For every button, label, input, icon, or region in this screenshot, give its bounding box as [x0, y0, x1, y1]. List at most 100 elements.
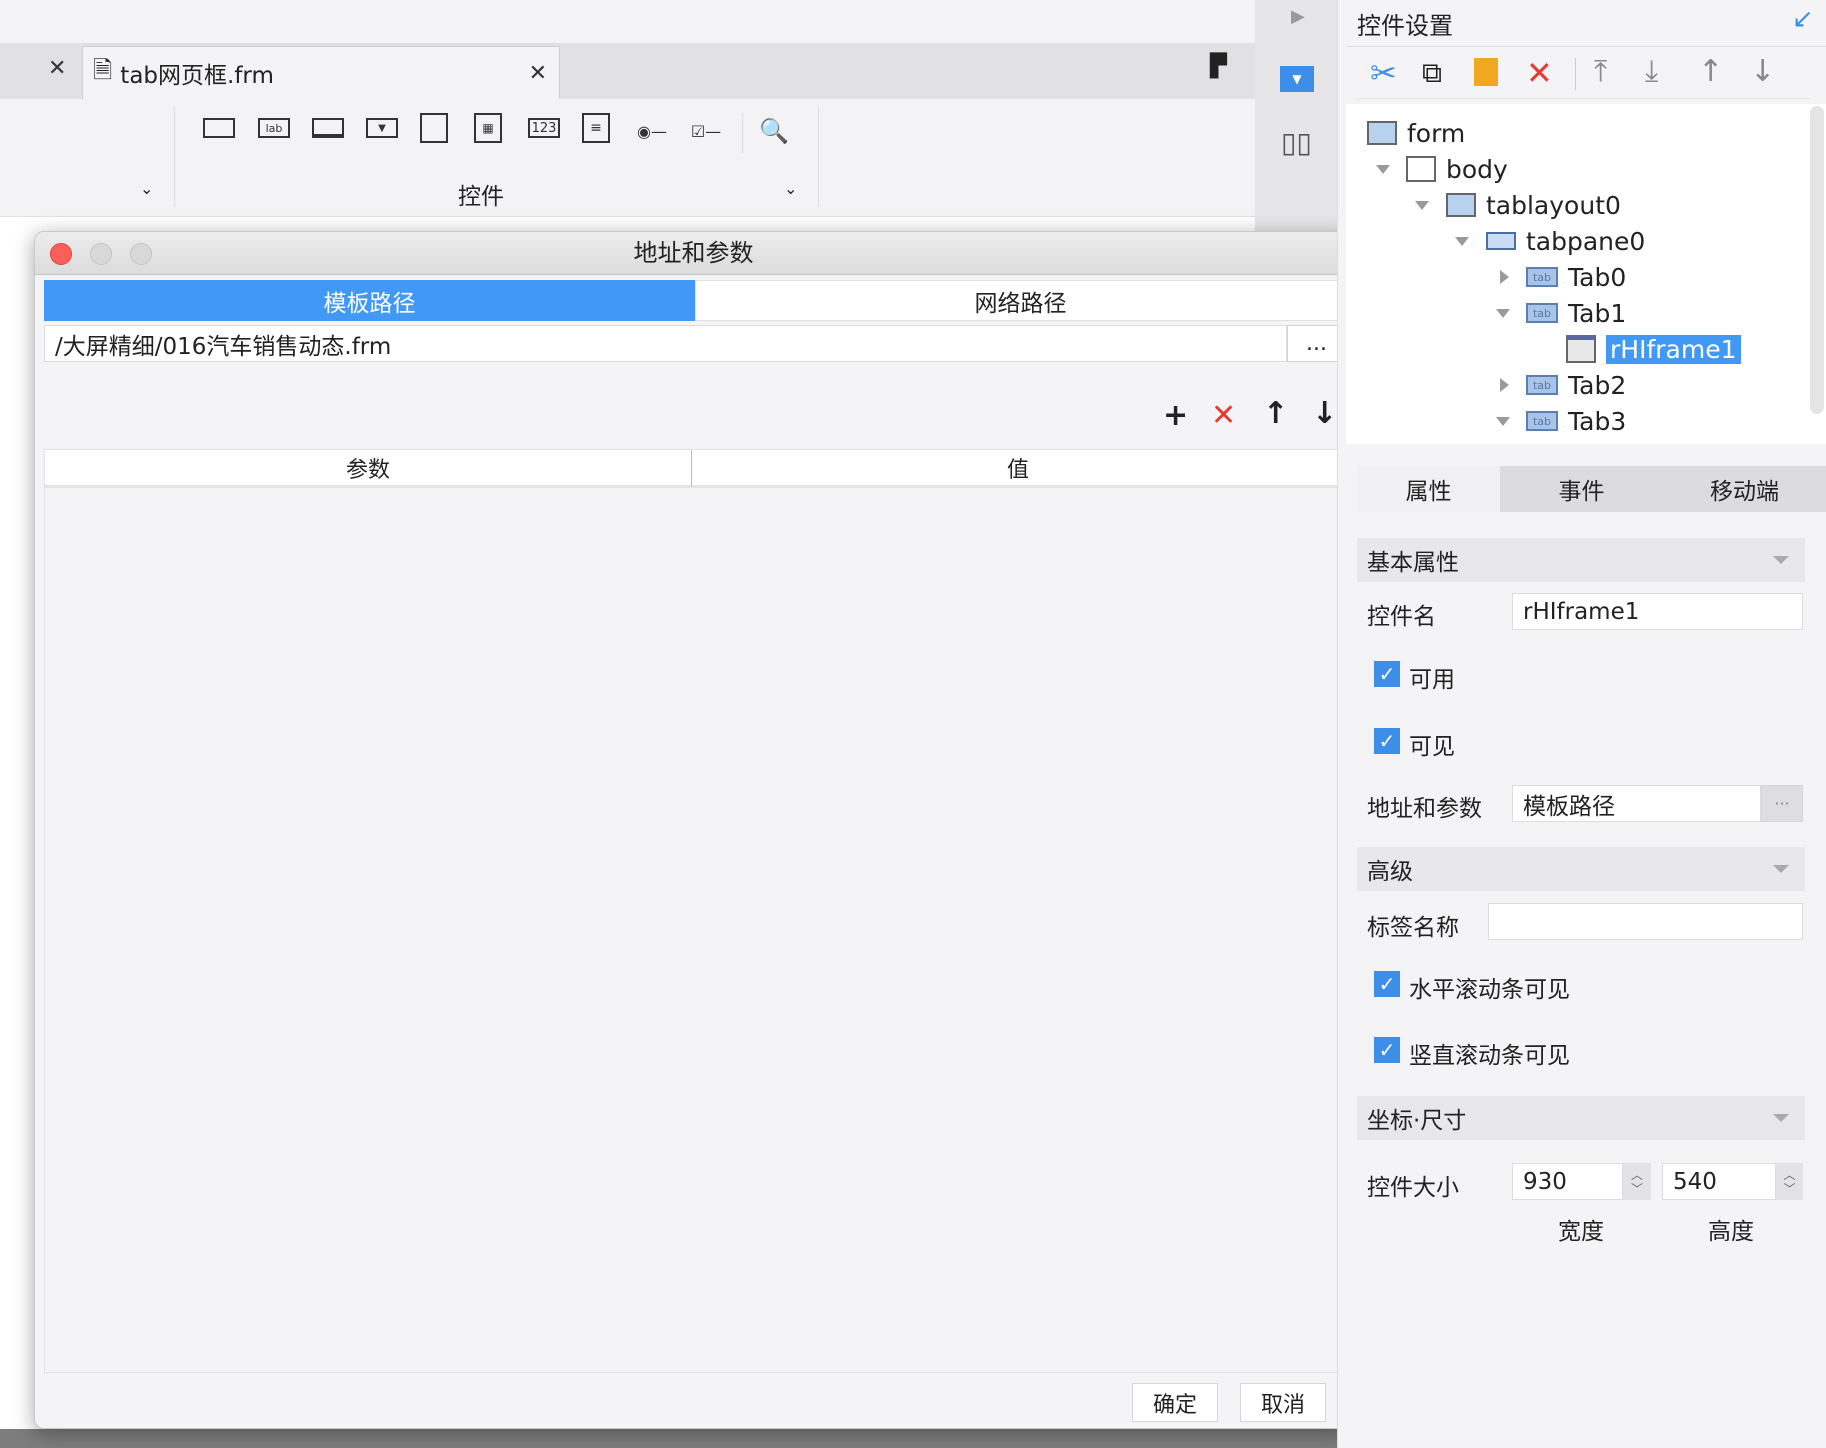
section-title: 基本属性 — [1367, 550, 1459, 576]
dock-dropdown-icon[interactable]: ▼ — [1280, 66, 1314, 92]
url-params-input[interactable]: 模板路径 — [1512, 785, 1761, 822]
cut-icon[interactable]: ✂ — [1370, 54, 1397, 92]
tree-label: body — [1446, 154, 1508, 184]
dock-arrow-icon[interactable]: ↙ — [1792, 4, 1814, 34]
layout-icon[interactable]: ▯▯ — [1281, 126, 1312, 159]
dropdown-icon[interactable]: ▼ — [366, 118, 398, 138]
divider — [818, 107, 819, 207]
expand-icon[interactable] — [1500, 270, 1509, 284]
ribbon-toolbar: ⊕ ⬠ ⁘ ⌄ lab ▼ ▦ 123 ≡ ◉— ☑— 🔍 控件 ⌄ — [0, 99, 1255, 250]
tab-menu-icon[interactable]: ▛ — [1210, 54, 1227, 79]
vscroll-checkbox[interactable]: ✓ — [1374, 1037, 1400, 1063]
name-label: 控件名 — [1367, 604, 1436, 630]
section-advanced[interactable]: 高级 — [1357, 847, 1805, 891]
tab-template-path[interactable]: 模板路径 — [44, 280, 695, 321]
width-spinner[interactable]: ︿ ﹀ — [1623, 1163, 1651, 1200]
tab-icon: tab — [1526, 375, 1558, 395]
height-input[interactable]: 540 — [1662, 1163, 1776, 1200]
expand-icon[interactable] — [1500, 378, 1509, 392]
tree-scrollbar[interactable] — [1810, 106, 1824, 414]
tree-node-rhiframe1[interactable]: rHIframe1 — [1566, 332, 1741, 366]
tab-events[interactable]: 事件 — [1500, 466, 1663, 512]
tree-node-tab1[interactable]: tab Tab1 — [1526, 296, 1626, 330]
iframe-icon — [1566, 335, 1596, 363]
hscroll-checkbox[interactable]: ✓ — [1374, 971, 1400, 997]
chevron-down-icon[interactable]: ⌄ — [784, 179, 797, 198]
chevron-down-icon[interactable]: ⌄ — [140, 179, 153, 198]
tab-icon: tab — [1526, 411, 1558, 431]
collapse-icon[interactable] — [1496, 309, 1510, 318]
collapse-icon[interactable] — [1376, 165, 1390, 174]
move-up-icon[interactable]: ↑ — [1698, 54, 1723, 89]
column-header-param[interactable]: 参数 — [45, 450, 692, 488]
tree-node-tab3[interactable]: tab Tab3 — [1526, 404, 1626, 438]
params-table: 参数 值 — [44, 449, 1346, 1373]
file-icon: 🗎 — [93, 55, 113, 84]
top-bar — [0, 0, 1255, 44]
tree-label: tablayout0 — [1486, 190, 1621, 220]
paste-icon[interactable] — [1474, 58, 1498, 86]
textbox-icon[interactable] — [203, 118, 235, 138]
tab-mobile[interactable]: 移动端 — [1663, 466, 1826, 512]
close-window-button[interactable] — [50, 243, 72, 265]
collapse-icon[interactable] — [1455, 237, 1469, 246]
input-icon[interactable] — [312, 118, 344, 138]
move-down-icon[interactable]: ↓ — [1750, 54, 1775, 89]
close-document-icon[interactable]: ✕ — [529, 61, 547, 86]
ok-button[interactable]: 确定 — [1132, 1383, 1218, 1422]
tab-name-input[interactable] — [1488, 903, 1803, 940]
tree-label: rHIframe1 — [1606, 334, 1741, 364]
collapse-icon[interactable] — [1415, 201, 1429, 210]
tree-node-tablayout0[interactable]: tablayout0 — [1446, 188, 1621, 222]
tree-node-tabpane0[interactable]: tabpane0 — [1486, 224, 1645, 258]
label-icon[interactable]: lab — [258, 118, 290, 138]
move-up-icon[interactable]: ↑ — [1263, 396, 1288, 431]
cancel-button[interactable]: 取消 — [1240, 1383, 1326, 1422]
tab-properties[interactable]: 属性 — [1357, 466, 1500, 512]
move-top-icon[interactable]: ⤒ — [1594, 54, 1607, 89]
visible-checkbox[interactable]: ✓ — [1374, 728, 1400, 754]
divider — [742, 113, 743, 153]
ribbon-group-label: 控件 — [458, 184, 504, 210]
move-down-icon[interactable]: ↓ — [1312, 396, 1337, 431]
minimize-window-button[interactable] — [90, 243, 112, 265]
section-basic[interactable]: 基本属性 — [1357, 538, 1805, 582]
url-params-button[interactable]: ··· — [1761, 785, 1803, 822]
enabled-checkbox[interactable]: ✓ — [1374, 661, 1400, 687]
delete-icon[interactable]: ✕ — [1211, 398, 1236, 433]
calendar-icon[interactable]: ▦ — [474, 113, 502, 143]
preview-icon[interactable]: 🔍 — [758, 115, 790, 147]
checkbox-icon[interactable]: ☑— — [690, 115, 722, 147]
height-spinner[interactable]: ︿ ﹀ — [1776, 1163, 1803, 1200]
tab-name-label: 标签名称 — [1367, 915, 1459, 941]
tree-node-tab2[interactable]: tab Tab2 — [1526, 368, 1626, 402]
form-icon[interactable] — [420, 113, 448, 143]
name-input[interactable]: rHIframe1 — [1512, 593, 1803, 630]
number-icon[interactable]: 123 — [528, 118, 560, 138]
delete-icon[interactable]: ✕ — [1526, 54, 1553, 92]
copy-icon[interactable]: ⧉ — [1422, 56, 1442, 90]
radio-icon[interactable]: ◉— — [636, 115, 668, 147]
maximize-window-button[interactable] — [130, 243, 152, 265]
tree-node-body[interactable]: body — [1406, 152, 1508, 186]
tree-node-tab0[interactable]: tab Tab0 — [1526, 260, 1626, 294]
document-tab[interactable]: 🗎 tab网页框.frm ✕ — [82, 46, 560, 99]
expand-icon[interactable]: ▶ — [1291, 6, 1305, 27]
tree-label: tabpane0 — [1526, 226, 1646, 256]
visible-label: 可见 — [1409, 734, 1455, 760]
textarea-icon[interactable]: ≡ — [582, 113, 610, 143]
move-bottom-icon[interactable]: ⤓ — [1645, 54, 1658, 89]
close-tab-icon[interactable]: ✕ — [48, 56, 66, 81]
section-geometry[interactable]: 坐标·尺寸 — [1357, 1096, 1805, 1140]
column-header-value[interactable]: 值 — [692, 450, 1345, 488]
collapse-icon[interactable] — [1496, 417, 1510, 426]
tree-node-form[interactable]: form — [1367, 116, 1465, 150]
document-tab-label: tab网页框.frm — [120, 63, 274, 89]
tabpane-icon — [1486, 232, 1516, 250]
tree-label: Tab1 — [1568, 298, 1627, 328]
tablayout-icon — [1446, 193, 1476, 217]
tab-network-path[interactable]: 网络路径 — [695, 280, 1346, 321]
width-input[interactable]: 930 — [1512, 1163, 1623, 1200]
add-icon[interactable]: + — [1163, 398, 1188, 433]
path-input[interactable]: /大屏精细/016汽车销售动态.frm — [44, 325, 1287, 362]
